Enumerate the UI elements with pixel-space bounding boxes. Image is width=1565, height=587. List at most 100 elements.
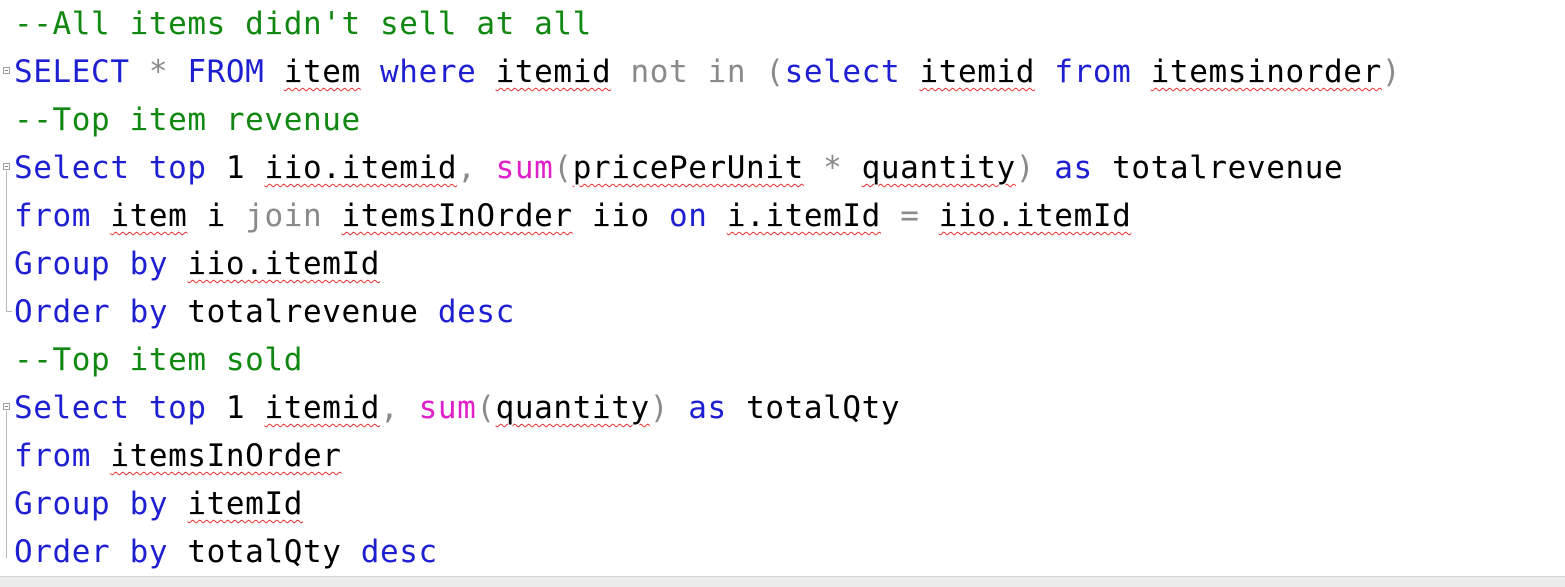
code-token: ( (553, 150, 573, 186)
code-token: not (630, 54, 689, 90)
code-line-6[interactable]: Group by iio.itemId (0, 240, 1565, 288)
spellcheck-token: quantity (861, 150, 1016, 186)
fold-gutter (0, 528, 12, 576)
code-line-10[interactable]: from itemsInOrder (0, 432, 1565, 480)
code-editor[interactable]: --All items didn't sell at all SELECT * … (0, 0, 1565, 576)
spellcheck-token: itemId (187, 486, 303, 522)
code-token: iio (572, 198, 670, 234)
code-line-text: --All items didn't sell at all (14, 0, 592, 48)
fold-collapse-icon[interactable] (3, 67, 10, 74)
code-token: 1 (206, 150, 265, 186)
code-token: = (900, 198, 920, 234)
fold-gutter (0, 288, 12, 336)
horizontal-scrollbar[interactable] (0, 576, 1565, 587)
code-token: ) (1381, 54, 1402, 90)
code-line-2[interactable]: SELECT * FROM item where itemid not in (… (0, 48, 1565, 96)
fold-collapse-icon[interactable] (3, 403, 10, 410)
spellcheck-token: iio.itemId (187, 246, 381, 282)
code-token: * (148, 54, 169, 90)
spellcheck-token: itemid (264, 390, 381, 426)
spellcheck-token: itemsinorder (1150, 54, 1382, 90)
code-line-9[interactable]: Select top 1 itemid, sum(quantity) as to… (0, 384, 1565, 432)
code-line-text: --Top item revenue (14, 96, 361, 144)
code-token: totalQty (168, 534, 361, 570)
code-line-8[interactable]: --Top item sold (0, 336, 1565, 384)
code-line-4[interactable]: Select top 1 iio.itemid, sum(pricePerUni… (0, 144, 1565, 192)
spellcheck-token: itemid (919, 54, 1036, 90)
code-token: where (380, 54, 477, 90)
code-token: ) (1015, 150, 1036, 186)
spellcheck-token: i.itemId (726, 198, 881, 234)
fold-collapse-icon[interactable] (3, 163, 10, 170)
spellcheck-token: itemid (495, 54, 612, 90)
code-token: * (823, 150, 843, 186)
code-line-5[interactable]: from item i join itemsInOrder iio on i.i… (0, 192, 1565, 240)
fold-guide-end (6, 288, 12, 312)
fold-guide (6, 480, 7, 528)
fold-guide (6, 240, 7, 288)
code-line-text: from item i join itemsInOrder iio on i.i… (14, 192, 1131, 240)
code-token: from (14, 198, 92, 234)
code-line-text: Order by totalQty desc (14, 528, 438, 576)
code-line-text: Order by totalrevenue desc (14, 288, 515, 336)
code-token: i (187, 198, 246, 234)
code-line-12[interactable]: Order by totalQty desc (0, 528, 1565, 576)
code-token: top (148, 150, 207, 186)
code-token: totalrevenue (1092, 150, 1344, 186)
code-line-text: --Top item sold (14, 336, 303, 384)
code-token: Group (14, 486, 111, 522)
code-token: --All items didn't sell at all (14, 6, 592, 42)
code-token: , (380, 390, 400, 426)
code-token: --Top item revenue (14, 102, 361, 138)
code-token: FROM (187, 54, 265, 90)
code-line-text: SELECT * FROM item where itemid not in (… (14, 48, 1401, 96)
fold-gutter (0, 240, 12, 288)
code-line-text: Select top 1 iio.itemid, sum(pricePerUni… (14, 144, 1343, 192)
code-token: from (14, 438, 92, 474)
code-token: sum (418, 390, 477, 426)
code-token: from (1054, 54, 1132, 90)
spellcheck-token: iio.itemId (938, 198, 1132, 234)
code-token: as (688, 390, 727, 426)
code-token: SELECT (14, 54, 130, 90)
spellcheck-token: pricePerUnit (572, 150, 804, 186)
code-line-text: Group by iio.itemId (14, 240, 380, 288)
code-line-7[interactable]: Order by totalrevenue desc (0, 288, 1565, 336)
spellcheck-token: item (110, 198, 188, 234)
code-token: totalrevenue (168, 294, 438, 330)
code-line-text: from itemsInOrder (14, 432, 342, 480)
code-token: ( (765, 54, 785, 90)
code-line-11[interactable]: Group by itemId (0, 480, 1565, 528)
code-token: join (245, 198, 323, 234)
code-token: top (148, 390, 207, 426)
spellcheck-token: item (283, 54, 361, 90)
code-token: select (784, 54, 901, 90)
code-line-1[interactable]: --All items didn't sell at all (0, 0, 1565, 48)
code-token: Select (14, 150, 130, 186)
code-line-text: Select top 1 itemid, sum(quantity) as to… (14, 384, 900, 432)
code-token: --Top item sold (14, 342, 303, 378)
fold-gutter (0, 432, 12, 480)
code-token: by (129, 246, 169, 282)
fold-guide (6, 171, 7, 192)
code-line-3[interactable]: --Top item revenue (0, 96, 1565, 144)
code-token: desc (360, 534, 438, 570)
code-token: ( (476, 390, 496, 426)
fold-gutter (0, 144, 12, 192)
fold-gutter (0, 480, 12, 528)
code-token: on (669, 198, 708, 234)
